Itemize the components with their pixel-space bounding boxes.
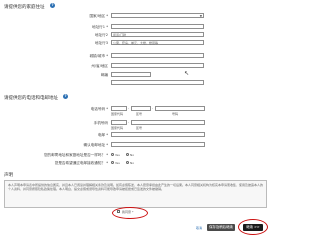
country-select[interactable]: ▼ [111,13,204,18]
mailing-same-no-radio[interactable] [126,153,129,156]
phone-sub-label: 号码 [172,112,179,116]
state-label: 州/省/地区 [91,64,108,68]
mobile-country-code-input[interactable] [111,120,127,125]
address-line1-label: 地址行1 * [91,25,108,29]
address-line2-input[interactable]: 街道/门牌 [111,32,204,37]
cancel-link[interactable]: 取消 [196,226,202,230]
dash: - [128,120,130,124]
email-input[interactable] [111,132,205,137]
phone-area-code-input[interactable] [131,106,151,111]
email-confirm-label: 确认电邮地址 * [83,143,108,147]
save-later-button[interactable]: 保存及稍后继续 [207,224,235,231]
dash: - [128,106,130,110]
address-line2-label: 地址行2 [94,33,108,37]
chevron-down-icon: ▼ [199,14,202,18]
address-section-title: 请提供您的家庭住址 [4,5,45,10]
email-notify-yes-radio[interactable] [111,161,114,164]
declaration-text: 本人声明本申请表中所提供的信息属实，并且本人已阅读并理解相关条款及说明。如有虚假… [8,182,264,191]
mouse-cursor-icon: ↖ [184,70,190,77]
address-line3-label: 地址行3 [94,41,108,45]
no-label: No [130,160,135,165]
agree-label: 我同意 * [122,209,134,214]
city-input[interactable] [111,53,204,58]
dash: - [152,106,154,110]
postcode-label: 邮编 [100,73,108,77]
phone-sub-label: 国家代码 [111,112,124,116]
email-notify-no-radio[interactable] [126,161,129,164]
phone-country-code-input[interactable] [111,106,127,111]
yes-label: Yes [115,152,120,157]
state-input[interactable] [111,63,204,68]
email-notify-question: 您是否希望通过电邮接收通知？ * [54,161,108,165]
contact-section-title: 请提供您的电话和电邮地址 [4,96,58,101]
no-label: No [130,152,135,157]
next-button[interactable]: 继续 >> [243,224,263,231]
phone-label: 电话号码 * [90,107,108,111]
mobile-sub-label: 国家代码 [111,126,124,130]
help-icon[interactable]: ? [50,3,55,8]
address-line3-input[interactable]: 公寓、套房、单元、大楼、楼层等 [111,40,204,45]
declaration-box: 本人声明本申请表中所提供的信息属实，并且本人已阅读并理解相关条款及说明。如有虚假… [4,180,267,208]
declaration-title: 声明 [4,173,13,178]
city-label: 城镇/城市 * [89,54,108,58]
mailing-same-question: 您的邮寄地址和家庭地址是否一样吗？ * [43,153,108,157]
phone-sub-label: 区号 [136,112,143,116]
mobile-sub-label: 区号 [136,126,143,130]
phone-number-input[interactable] [155,106,205,111]
postcode-input[interactable] [111,72,151,77]
zip-input[interactable] [111,80,204,85]
address-line1-input[interactable] [111,24,204,29]
email-confirm-input[interactable] [111,142,205,147]
agree-checkbox[interactable] [117,210,120,213]
help-icon[interactable]: ? [63,94,68,99]
yes-label: Yes [115,160,120,165]
email-label: 电邮 * [97,133,108,137]
mobile-label: 手机号码 [93,121,108,125]
country-label: 国家/地区 * [89,14,108,18]
mobile-number-input[interactable] [131,120,205,125]
mailing-same-yes-radio[interactable] [111,153,114,156]
